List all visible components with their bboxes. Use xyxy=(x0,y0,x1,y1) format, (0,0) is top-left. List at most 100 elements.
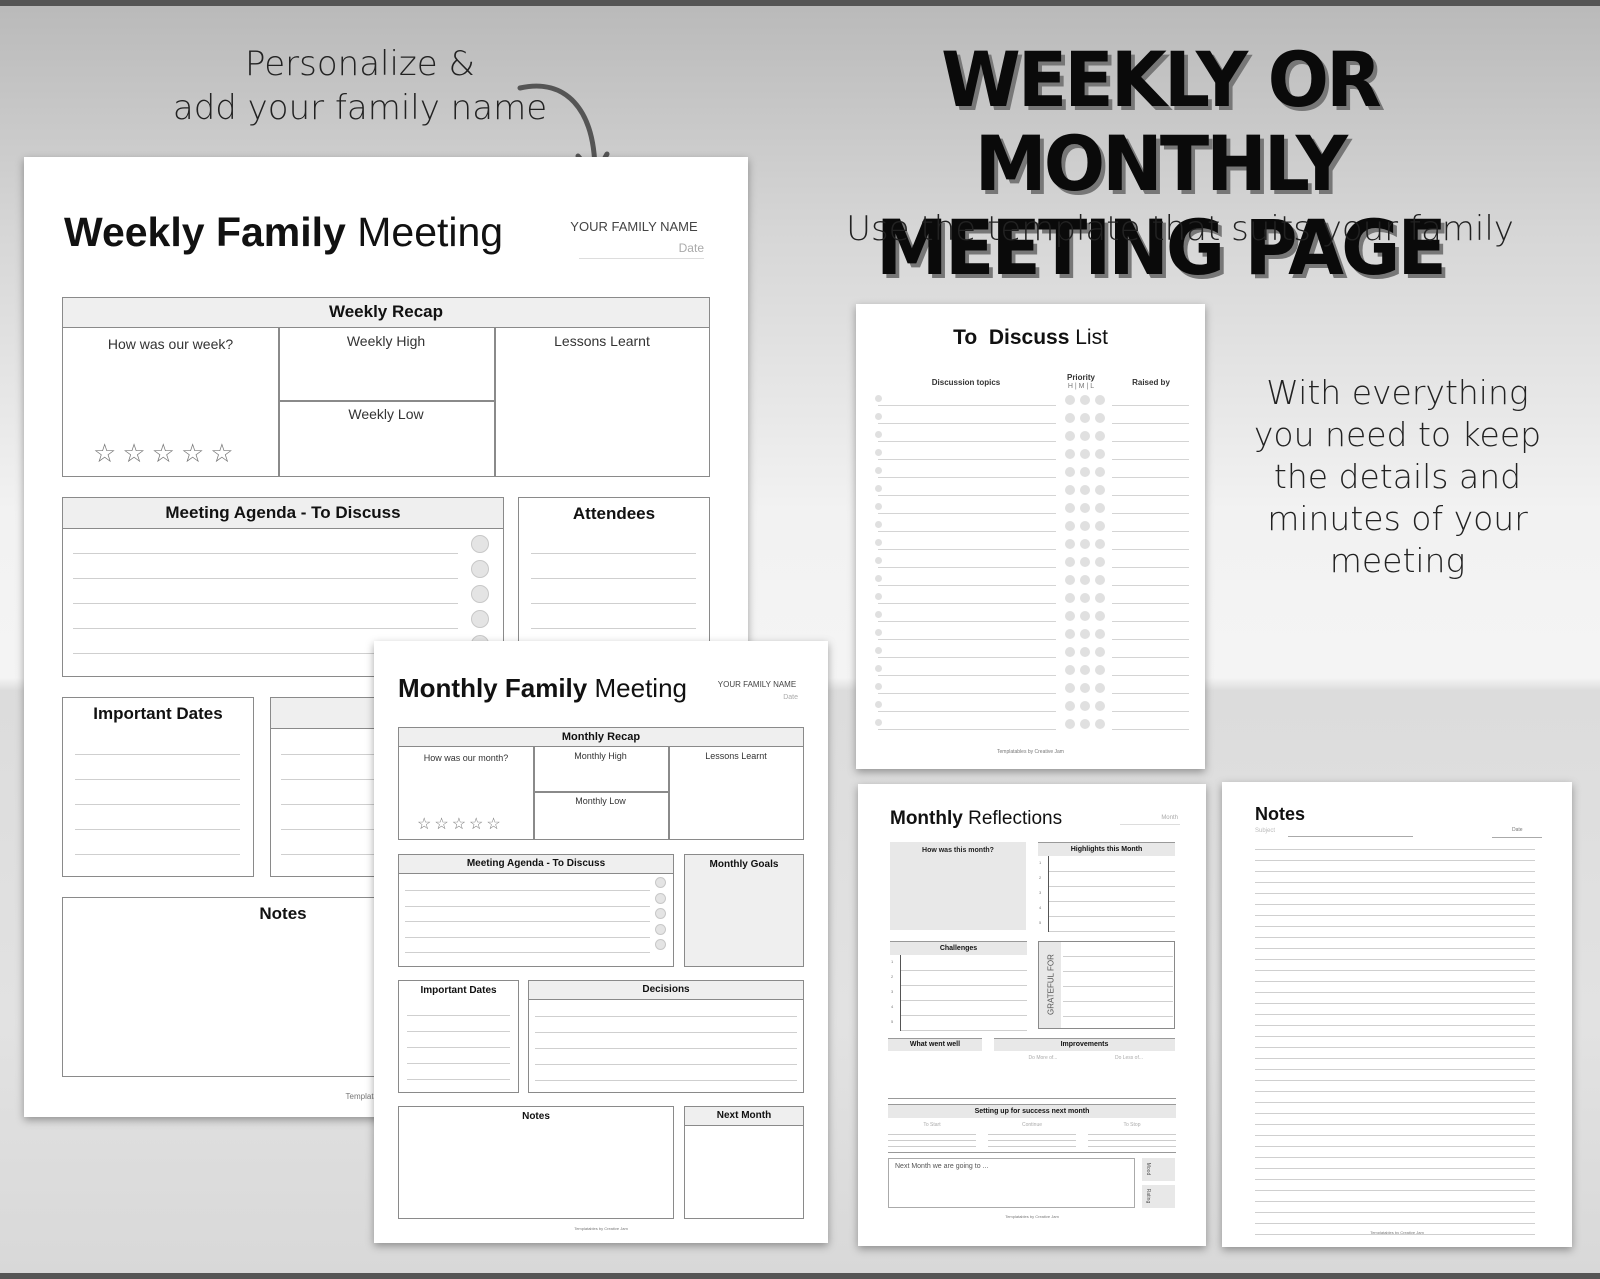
topic-line[interactable] xyxy=(878,423,1056,424)
writing-line[interactable] xyxy=(535,1080,797,1081)
writing-line[interactable] xyxy=(1255,1179,1535,1180)
raised-by-line[interactable] xyxy=(1112,585,1189,586)
weekly-high-label[interactable]: Weekly High xyxy=(278,333,494,349)
priority-low-circle[interactable] xyxy=(1095,593,1105,603)
writing-line[interactable] xyxy=(1255,1168,1535,1169)
writing-line[interactable] xyxy=(901,970,1027,971)
writing-line[interactable] xyxy=(407,1015,510,1016)
writing-line[interactable] xyxy=(407,1063,510,1064)
writing-line[interactable] xyxy=(901,1015,1027,1016)
raised-by-line[interactable] xyxy=(1112,693,1189,694)
topic-line[interactable] xyxy=(878,441,1056,442)
writing-line[interactable] xyxy=(1255,1003,1535,1004)
priority-medium-circle[interactable] xyxy=(1080,485,1090,495)
priority-high-circle[interactable] xyxy=(1065,431,1075,441)
priority-high-circle[interactable] xyxy=(1065,503,1075,513)
priority-high-circle[interactable] xyxy=(1065,539,1075,549)
priority-medium-circle[interactable] xyxy=(1080,593,1090,603)
raised-by-line[interactable] xyxy=(1112,459,1189,460)
star-icon[interactable]: ☆ xyxy=(93,438,122,468)
rating-field[interactable]: Rating xyxy=(1142,1185,1175,1208)
writing-line[interactable] xyxy=(901,1030,1027,1031)
writing-line[interactable] xyxy=(1063,986,1173,987)
writing-line[interactable] xyxy=(1255,1201,1535,1202)
date-label[interactable]: Date xyxy=(1512,827,1523,833)
writing-line[interactable] xyxy=(888,1140,976,1141)
writing-line[interactable] xyxy=(75,779,240,780)
priority-low-circle[interactable] xyxy=(1095,467,1105,477)
raised-by-line[interactable] xyxy=(1112,729,1189,730)
lessons-learnt-label[interactable]: Lessons Learnt xyxy=(494,333,710,349)
writing-line[interactable] xyxy=(531,603,696,604)
writing-line[interactable] xyxy=(1063,956,1173,957)
writing-line[interactable] xyxy=(535,1032,797,1033)
priority-high-circle[interactable] xyxy=(1065,449,1075,459)
writing-line[interactable] xyxy=(407,1047,510,1048)
writing-line[interactable] xyxy=(531,578,696,579)
writing-line[interactable] xyxy=(1255,1102,1535,1103)
writing-line[interactable] xyxy=(1088,1146,1176,1147)
writing-line[interactable] xyxy=(75,754,240,755)
raised-by-line[interactable] xyxy=(1112,621,1189,622)
priority-high-circle[interactable] xyxy=(1065,719,1075,729)
priority-low-circle[interactable] xyxy=(1095,503,1105,513)
writing-line[interactable] xyxy=(901,1000,1027,1001)
writing-line[interactable] xyxy=(1255,871,1535,872)
how-was-week-label[interactable]: How was our week? xyxy=(63,336,278,352)
priority-medium-circle[interactable] xyxy=(1080,665,1090,675)
writing-line[interactable] xyxy=(1255,1234,1535,1235)
topic-line[interactable] xyxy=(878,639,1056,640)
priority-high-circle[interactable] xyxy=(1065,485,1075,495)
priority-high-circle[interactable] xyxy=(1065,611,1075,621)
priority-medium-circle[interactable] xyxy=(1080,701,1090,711)
checkbox-circle[interactable] xyxy=(655,892,666,904)
lessons-learnt-label[interactable]: Lessons Learnt xyxy=(668,751,804,761)
raised-by-line[interactable] xyxy=(1112,657,1189,658)
writing-line[interactable] xyxy=(1255,992,1535,993)
priority-low-circle[interactable] xyxy=(1095,665,1105,675)
writing-line[interactable] xyxy=(988,1134,1076,1135)
raised-by-line[interactable] xyxy=(1112,405,1189,406)
monthly-high-label[interactable]: Monthly High xyxy=(533,751,668,761)
star-icon[interactable]: ☆ xyxy=(486,816,503,833)
topic-line[interactable] xyxy=(878,477,1056,478)
writing-line[interactable] xyxy=(1255,1058,1535,1059)
writing-line[interactable] xyxy=(73,628,458,629)
priority-high-circle[interactable] xyxy=(1065,593,1075,603)
raised-by-line[interactable] xyxy=(1112,711,1189,712)
writing-line[interactable] xyxy=(405,890,650,891)
priority-medium-circle[interactable] xyxy=(1080,647,1090,657)
writing-line[interactable] xyxy=(75,854,240,855)
priority-low-circle[interactable] xyxy=(1095,701,1105,711)
star-icon[interactable]: ☆ xyxy=(417,816,434,833)
priority-medium-circle[interactable] xyxy=(1080,413,1090,423)
writing-line[interactable] xyxy=(1255,893,1535,894)
priority-low-circle[interactable] xyxy=(1095,611,1105,621)
next-month-plan-field[interactable]: Next Month we are going to ... xyxy=(888,1158,1135,1208)
writing-line[interactable] xyxy=(888,1146,976,1147)
writing-line[interactable] xyxy=(1255,926,1535,927)
how-was-this-month-box[interactable]: How was this month? xyxy=(890,842,1026,930)
raised-by-line[interactable] xyxy=(1112,495,1189,496)
writing-line[interactable] xyxy=(1255,1190,1535,1191)
writing-line[interactable] xyxy=(1255,970,1535,971)
writing-line[interactable] xyxy=(75,804,240,805)
priority-low-circle[interactable] xyxy=(1095,647,1105,657)
writing-line[interactable] xyxy=(75,829,240,830)
mood-field[interactable]: Mood xyxy=(1142,1158,1175,1181)
priority-medium-circle[interactable] xyxy=(1080,503,1090,513)
writing-line[interactable] xyxy=(535,1016,797,1017)
priority-low-circle[interactable] xyxy=(1095,395,1105,405)
writing-line[interactable] xyxy=(1088,1140,1176,1141)
priority-low-circle[interactable] xyxy=(1095,719,1105,729)
priority-high-circle[interactable] xyxy=(1065,557,1075,567)
writing-line[interactable] xyxy=(73,553,458,554)
writing-line[interactable] xyxy=(531,628,696,629)
writing-line[interactable] xyxy=(1255,915,1535,916)
raised-by-line[interactable] xyxy=(1112,675,1189,676)
monthly-low-label[interactable]: Monthly Low xyxy=(533,796,668,806)
writing-line[interactable] xyxy=(1255,1146,1535,1147)
priority-medium-circle[interactable] xyxy=(1080,629,1090,639)
writing-line[interactable] xyxy=(1255,937,1535,938)
priority-high-circle[interactable] xyxy=(1065,395,1075,405)
